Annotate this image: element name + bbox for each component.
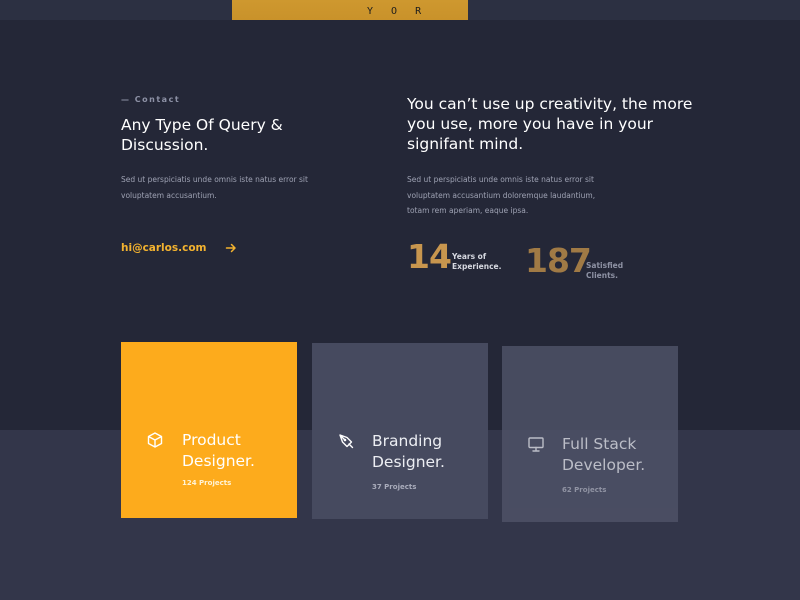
service-title: Full Stack Developer. (562, 435, 646, 474)
arrow-right-icon (225, 243, 236, 253)
contact-eyebrow: — Contact (121, 95, 181, 104)
stat-clients-number: 187 (525, 241, 592, 280)
service-card-product-designer[interactable]: Product Designer. 124 Projects (121, 342, 297, 518)
contact-description: Sed ut perspiciatis unde omnis iste natu… (121, 175, 308, 200)
page: Y O R — Contact Any Type Of Query & Disc… (0, 0, 800, 600)
service-title: Product Designer. (182, 431, 255, 470)
email-link[interactable]: hi@carlos.com (121, 242, 237, 254)
service-card-full-stack-developer[interactable]: Full Stack Developer. 62 Projects (502, 346, 678, 522)
service-project-count: 62 Projects (562, 486, 607, 494)
about-quote: You can’t use up creativity, the more yo… (407, 95, 693, 153)
shirt-print-text: Y O R (367, 6, 428, 17)
service-project-count: 124 Projects (182, 479, 232, 487)
stat-years-number: 14 (407, 237, 452, 276)
monitor-icon (528, 437, 544, 452)
stat-clients-label: Satisfied Clients. (586, 261, 624, 280)
stat-years-label: Years of Experience. (452, 252, 502, 271)
service-project-count: 37 Projects (372, 483, 417, 491)
email-address: hi@carlos.com (121, 242, 207, 254)
contact-heading: Any Type Of Query & Discussion. (121, 116, 283, 154)
service-title: Branding Designer. (372, 432, 445, 471)
about-description: Sed ut perspiciatis unde omnis iste natu… (407, 175, 596, 215)
cube-icon (147, 432, 163, 448)
hero-portrait-photo: Y O R (232, 0, 468, 20)
pen-tool-icon (339, 434, 354, 449)
service-card-branding-designer[interactable]: Branding Designer. 37 Projects (312, 343, 488, 519)
